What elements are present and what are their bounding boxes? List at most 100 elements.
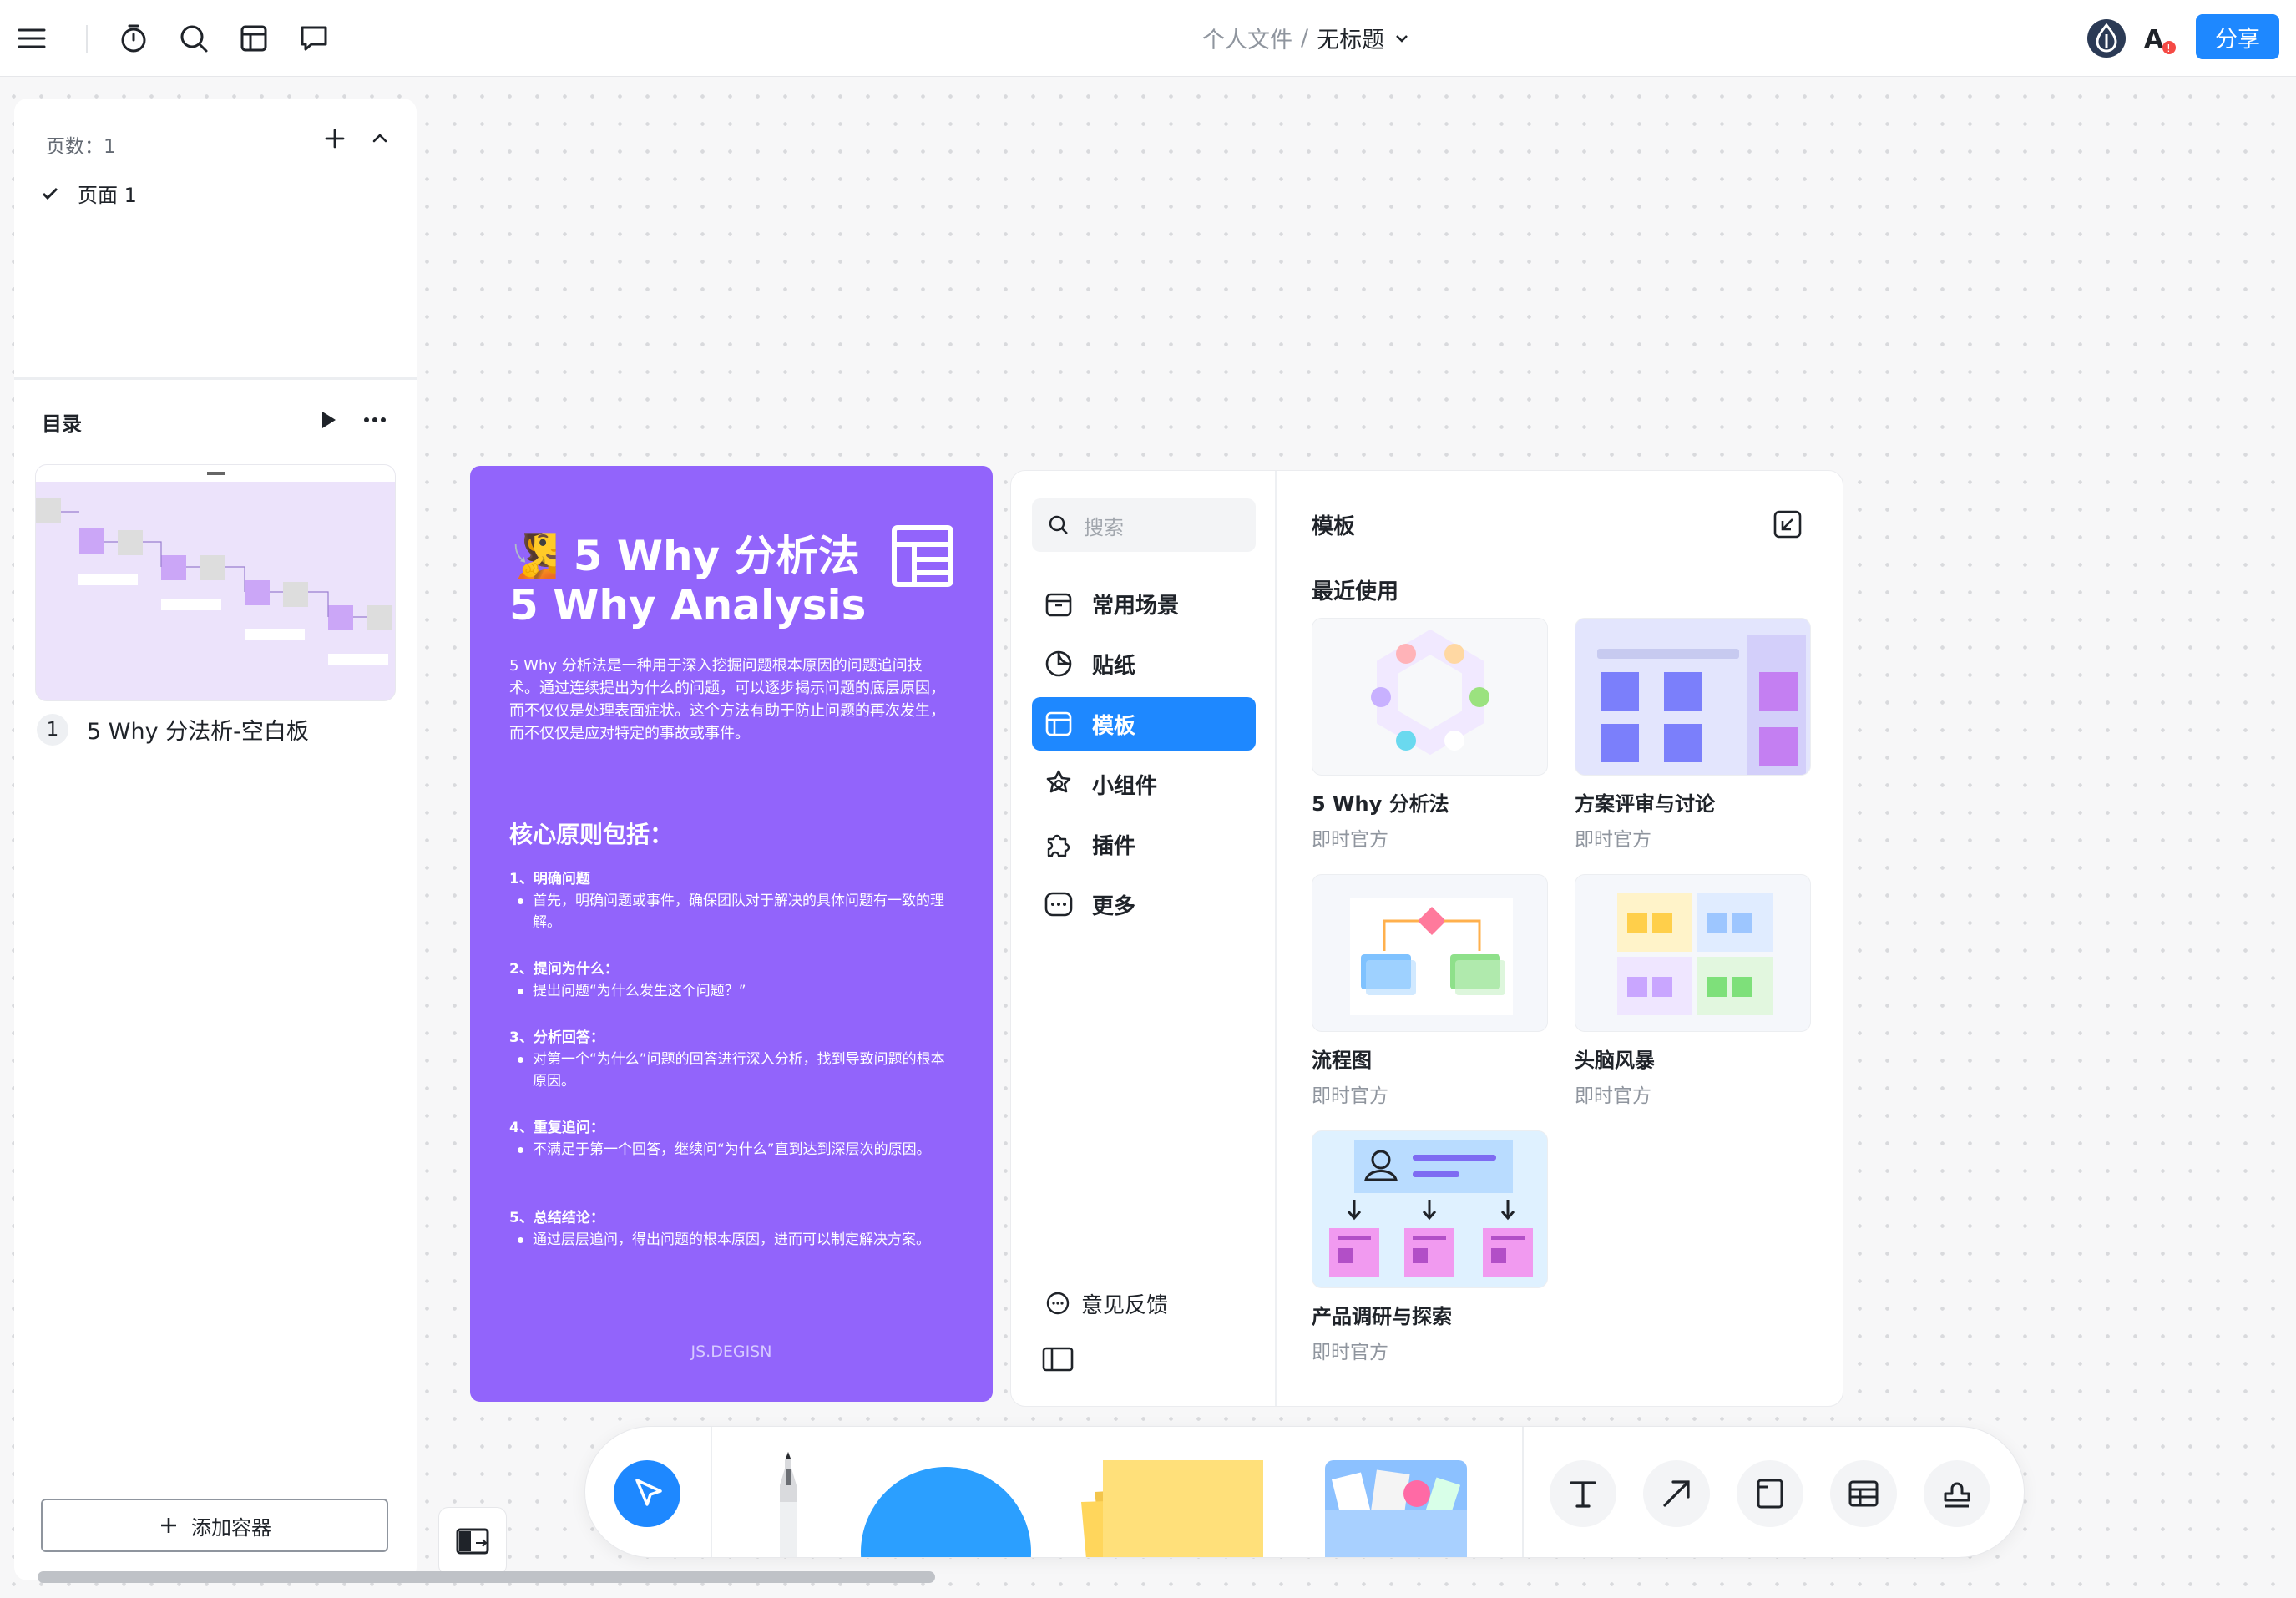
template-card-flowchart[interactable]: 流程图 即时官方 (1312, 874, 1548, 1108)
panel-switch-button[interactable] (438, 1507, 507, 1575)
template-source: 即时官方 (1312, 1342, 1388, 1363)
sticky-note-icon (1081, 1460, 1263, 1557)
search-placeholder: 搜索 (1084, 515, 1124, 539)
frame-icon (1757, 1479, 1783, 1509)
thumbnail-label[interactable]: 1 5 Why 分法析-空白板 (37, 713, 309, 746)
card-title-cn: 🧏 5 Why 分析法 (507, 532, 860, 580)
timer-icon[interactable] (114, 19, 153, 58)
collapse-icon[interactable] (362, 120, 398, 157)
person-emoji: 🧏 (507, 532, 559, 580)
chevron-down-icon[interactable] (1393, 29, 1411, 48)
comment-icon[interactable] (295, 19, 333, 58)
template-source: 即时官方 (1575, 829, 1651, 851)
play-icon[interactable] (313, 405, 343, 435)
search-input[interactable]: 搜索 (1032, 498, 1256, 552)
nav-plugins[interactable]: 插件 (1032, 817, 1256, 871)
table-icon (1848, 1480, 1879, 1507)
template-name: 产品调研与探索 (1312, 1305, 1452, 1328)
top-bar: 个人文件 / 无标题 A! 分享 (0, 0, 2296, 77)
more-icon[interactable] (360, 405, 390, 435)
table-tool[interactable] (1830, 1460, 1897, 1527)
add-container-button[interactable]: 添加容器 (41, 1499, 388, 1552)
frame-tool[interactable] (1737, 1460, 1803, 1527)
stamp-tool[interactable] (1924, 1460, 1990, 1527)
principle-item: 3、分析回答： 对第一个“为什么”问题的回答进行深入分析，找到导致问题的根本原因。 (509, 1027, 952, 1092)
template-name: 方案评审与讨论 (1575, 792, 1715, 816)
panel-divider (14, 377, 417, 380)
text-tool[interactable] (1550, 1460, 1616, 1527)
template-card-research[interactable]: 产品调研与探索 即时官方 (1312, 1130, 1548, 1364)
toolbar-divider (711, 1427, 712, 1557)
add-container-label: 添加容器 (191, 1515, 271, 1540)
card-title-en: 5 Why Analysis (509, 581, 867, 630)
layout-icon (889, 523, 956, 589)
widget-icon (1042, 767, 1075, 801)
principle-item: 5、总结结论： 通过层层追问，得出问题的根本原因，进而可以制定解决方案。 (509, 1207, 952, 1251)
add-page-icon[interactable] (316, 120, 353, 157)
toc-title: 目录 (42, 412, 82, 436)
template-source: 即时官方 (1575, 1085, 1651, 1107)
toolbar-divider (86, 25, 88, 53)
card-footer: JS.DEGISN (690, 1343, 772, 1361)
search-icon[interactable] (174, 19, 213, 58)
logo-icon[interactable] (2086, 18, 2126, 58)
template-source: 即时官方 (1312, 829, 1388, 851)
template-preview (1312, 618, 1548, 776)
template-name: 流程图 (1312, 1049, 1372, 1072)
page-item[interactable]: 页面 1 (39, 179, 137, 208)
feedback-link[interactable]: 意见反馈 (1044, 1288, 1168, 1319)
search-icon (1047, 513, 1070, 537)
thumbnail-name: 5 Why 分法析-空白板 (87, 719, 309, 745)
materials-tool[interactable] (1317, 1460, 1475, 1557)
nav-stickers[interactable]: 贴纸 (1032, 637, 1256, 690)
menu-icon[interactable] (13, 19, 51, 58)
template-card-brainstorm[interactable]: 头脑风暴 即时官方 (1575, 874, 1811, 1108)
nav-widgets[interactable]: 小组件 (1032, 757, 1256, 811)
more-icon (1042, 887, 1075, 921)
board-thumbnail[interactable] (35, 464, 396, 701)
recent-section-label: 最近使用 (1312, 579, 1399, 604)
template-card-review[interactable]: 方案评审与讨论 即时官方 (1575, 618, 1811, 852)
sticker-icon (1042, 647, 1075, 680)
chat-bubble-icon (1044, 1291, 1071, 1317)
template-name: 5 Why 分析法 (1312, 792, 1449, 816)
stamp-icon (1944, 1482, 1970, 1508)
nav-templates[interactable]: 模板 (1032, 697, 1256, 751)
share-button[interactable]: 分享 (2196, 14, 2279, 59)
check-icon (39, 183, 61, 205)
template-icon (1042, 707, 1075, 741)
text-icon (1570, 1481, 1596, 1508)
5why-intro-card[interactable]: 🧏 5 Why 分析法 5 Why Analysis 5 Why 分析法是一种用… (470, 466, 993, 1402)
font-ai-icon[interactable]: A! (2141, 19, 2179, 58)
toolbar-divider (1522, 1427, 1524, 1557)
page-item-label: 页面 1 (78, 184, 137, 207)
principle-item: 1、明确问题 首先，明确问题或事件，确保团队对于解决的具体问题有一致的理解。 (509, 868, 952, 933)
template-sidebar: 搜索 常用场景 贴纸 模板 小组件 插件 更多 意见反馈 (1011, 471, 1277, 1406)
arrow-tool[interactable] (1643, 1460, 1710, 1527)
svg-text:!: ! (2167, 43, 2171, 54)
pen-tool[interactable] (767, 1452, 809, 1557)
template-preview (1575, 618, 1811, 776)
core-principles-title: 核心原则包括： (509, 821, 674, 848)
select-tool[interactable] (614, 1460, 680, 1527)
circle-shape-icon (861, 1467, 1031, 1557)
nav-more[interactable]: 更多 (1032, 877, 1256, 931)
template-source: 即时官方 (1312, 1085, 1388, 1107)
sticky-note-tool[interactable] (1070, 1460, 1263, 1557)
template-panel: 搜索 常用场景 贴纸 模板 小组件 插件 更多 意见反馈 模板 最近使用 5 W… (1010, 470, 1843, 1407)
horizontal-scrollbar[interactable] (38, 1571, 935, 1583)
sidebar-toggle-icon[interactable] (1041, 1345, 1075, 1373)
cursor-icon (635, 1479, 662, 1506)
folder-icon (1325, 1460, 1467, 1557)
doc-title[interactable]: 无标题 (1317, 22, 1384, 54)
nav-common-scenes[interactable]: 常用场景 (1032, 577, 1256, 630)
template-icon[interactable] (235, 19, 273, 58)
breadcrumb-root[interactable]: 个人文件 (1202, 22, 1292, 54)
shape-tool[interactable] (861, 1467, 1031, 1557)
template-card-5why[interactable]: 5 Why 分析法 即时官方 (1312, 618, 1548, 852)
plugin-icon (1042, 827, 1075, 861)
collapse-panel-icon[interactable] (1771, 508, 1804, 541)
principle-item: 2、提问为什么： 提出问题“为什么发生这个问题？” (509, 958, 952, 1002)
plus-icon (158, 1515, 180, 1536)
breadcrumb: 个人文件 / 无标题 (1202, 22, 1411, 54)
